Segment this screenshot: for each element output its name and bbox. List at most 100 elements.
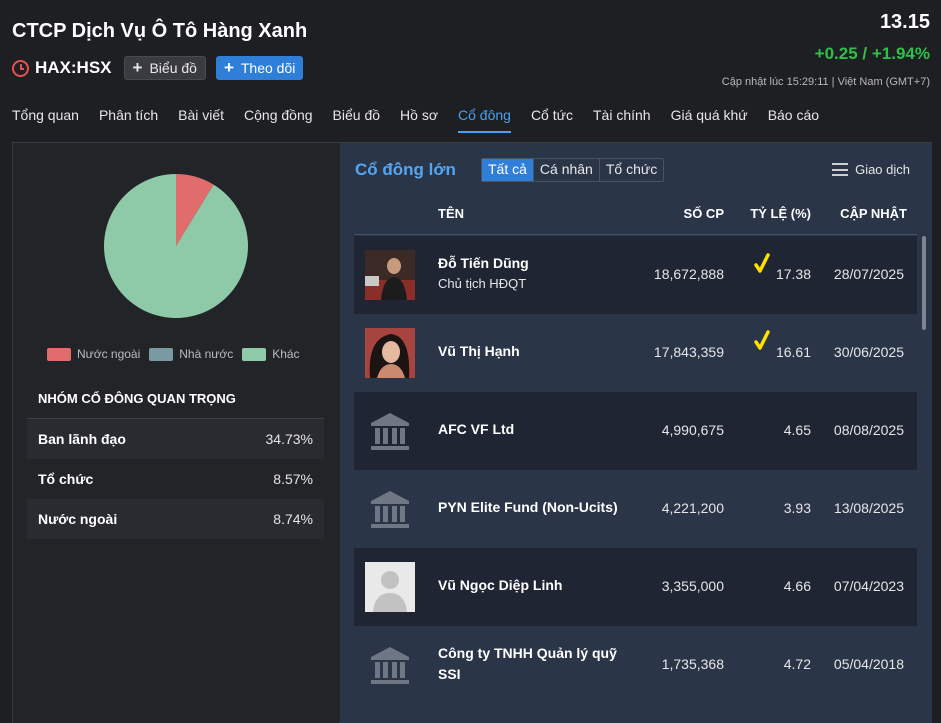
major-shareholders-title: Cổ đông lớn (355, 160, 456, 179)
column-header-percent[interactable]: TỶ LỆ (%) (750, 206, 811, 221)
holder-updated: 30/06/2025 (833, 344, 904, 360)
clock-icon (12, 59, 29, 77)
ticker-symbol: HAX:HSX (35, 58, 112, 77)
check-mark-icon (754, 330, 770, 350)
table-row[interactable]: Vũ Ngọc Diệp Linh 3,355,000 4.66 07/04/2… (354, 548, 917, 626)
chart-button[interactable]: + Biểu đồ (123, 56, 206, 80)
holder-updated: 07/04/2023 (833, 578, 904, 594)
holder-shares: 4,221,200 (661, 500, 724, 516)
plus-icon: + (132, 58, 143, 77)
placeholder-person-icon (365, 562, 415, 612)
filter-all[interactable]: Tất cả (482, 159, 534, 181)
filter-individual[interactable]: Cá nhân (534, 159, 600, 181)
plus-icon: + (223, 58, 234, 77)
group-row-institutions: Tổ chức 8.57% (27, 459, 324, 499)
person-photo-icon (365, 250, 415, 300)
key-groups-title: NHÓM CỔ ĐÔNG QUAN TRỌNG (38, 391, 236, 406)
tab-price-history[interactable]: Giá quá khứ (671, 107, 748, 133)
legend-swatch (47, 347, 71, 361)
tab-shareholders[interactable]: Cổ đông (458, 107, 511, 133)
ownership-summary: Nước ngoài Nhà nước Khác NHÓM CỔ ĐÔNG QU… (13, 143, 339, 723)
holder-percent: 16.61 (775, 344, 811, 360)
tab-analysis[interactable]: Phân tích (99, 107, 158, 133)
holder-name: Công ty TNHH Quản lý quỹ SSI (438, 643, 617, 685)
shareholders-panel: Nước ngoài Nhà nước Khác NHÓM CỔ ĐÔNG QU… (12, 142, 932, 723)
holder-percent: 4.72 (783, 656, 811, 672)
group-name: Tổ chức (38, 471, 94, 487)
table-scrollbar[interactable] (922, 236, 926, 330)
transactions-link[interactable]: Giao dịch (832, 162, 910, 177)
nav-tabs: Tổng quan Phân tích Bài viết Cộng đồng B… (12, 107, 839, 133)
table-row[interactable]: Đỗ Tiến Dũng Chủ tịch HĐQT 18,672,888 17… (354, 236, 917, 314)
group-value: 34.73% (265, 431, 313, 447)
holder-name: Vũ Thị Hạnh (438, 343, 520, 359)
tab-dividends[interactable]: Cổ tức (531, 107, 573, 133)
ticker-row: HAX:HSX + Biểu đồ + Theo dõi (12, 55, 313, 81)
holder-updated: 13/08/2025 (833, 500, 904, 516)
tab-overview[interactable]: Tổng quan (12, 107, 79, 133)
tab-chart[interactable]: Biểu đồ (333, 107, 380, 133)
holder-percent: 3.93 (783, 500, 811, 516)
holder-shares: 4,990,675 (661, 422, 724, 438)
legend-label: Khác (272, 347, 300, 361)
table-header: TÊN SỐ CP TỶ LỆ (%) CẬP NHẬT (354, 193, 917, 235)
follow-button-label: Theo dõi (240, 60, 296, 76)
stock-price: 13.15 (879, 11, 930, 33)
holder-shares: 1,735,368 (661, 656, 724, 672)
holder-percent: 4.65 (783, 422, 811, 438)
holder-percent: 17.38 (775, 266, 811, 282)
holder-updated: 28/07/2025 (833, 266, 904, 282)
bank-icon (371, 491, 409, 528)
group-value: 8.74% (273, 511, 313, 527)
tab-community[interactable]: Cộng đồng (244, 107, 313, 133)
pie-slice-khác[interactable] (104, 174, 248, 318)
holder-name-line: SSI (438, 666, 461, 682)
table-row[interactable]: Công ty TNHH Quản lý quỹ SSI 1,735,368 4… (354, 626, 917, 704)
holder-shares: 3,355,000 (661, 578, 724, 594)
legend-item-other: Khác (242, 347, 300, 361)
holder-updated: 05/04/2018 (833, 656, 904, 672)
filter-organization[interactable]: Tổ chức (600, 159, 663, 181)
legend-label: Nhà nước (179, 347, 234, 361)
follow-button[interactable]: + Theo dõi (215, 56, 304, 80)
legend-label: Nước ngoài (77, 347, 141, 361)
transactions-label: Giao dịch (855, 162, 910, 177)
legend-swatch (242, 347, 267, 361)
column-header-shares[interactable]: SỐ CP (684, 206, 724, 221)
page-header: CTCP Dịch Vụ Ô Tô Hàng Xanh HAX:HSX + Bi… (12, 0, 932, 100)
holder-filter-group: Tất cả Cá nhân Tổ chức (481, 158, 665, 182)
column-header-name[interactable]: TÊN (438, 206, 464, 221)
holder-name-line: Công ty TNHH Quản lý quỹ (438, 645, 617, 661)
column-header-updated[interactable]: CẬP NHẬT (840, 206, 907, 221)
tab-articles[interactable]: Bài viết (178, 107, 224, 133)
holder-role: Chủ tịch HĐQT (438, 276, 527, 291)
holders-table-body: Đỗ Tiến Dũng Chủ tịch HĐQT 18,672,888 17… (354, 236, 917, 723)
person-photo-icon (365, 328, 415, 378)
group-name: Ban lãnh đạo (38, 431, 126, 447)
holder-shares: 18,672,888 (653, 266, 724, 282)
bank-icon (371, 647, 409, 684)
holder-name: AFC VF Ltd (438, 421, 515, 437)
pie-legend: Nước ngoài Nhà nước Khác (47, 347, 309, 361)
legend-item-state: Nhà nước (149, 347, 233, 361)
holder-shares: 17,843,359 (653, 344, 724, 360)
group-value: 8.57% (273, 471, 313, 487)
legend-swatch (149, 347, 174, 361)
tab-reports[interactable]: Báo cáo (768, 107, 819, 133)
major-shareholders: Cổ đông lớn Tất cả Cá nhân Tổ chức Giao … (340, 143, 932, 723)
holder-name: Vũ Ngọc Diệp Linh (438, 577, 563, 593)
check-mark-icon (754, 253, 770, 273)
tab-profile[interactable]: Hồ sơ (400, 107, 438, 133)
group-row-management: Ban lãnh đạo 34.73% (27, 419, 324, 459)
table-row[interactable]: PYN Elite Fund (Non-Ucits) 4,221,200 3.9… (354, 470, 917, 548)
company-name: CTCP Dịch Vụ Ô Tô Hàng Xanh (12, 20, 308, 42)
table-row[interactable]: Vũ Thị Hạnh 17,843,359 16.61 30/06/2025 (354, 314, 917, 392)
holder-name: Đỗ Tiến Dũng (438, 255, 529, 271)
chart-button-label: Biểu đồ (149, 60, 197, 76)
table-row[interactable]: AFC VF Ltd 4,990,675 4.65 08/08/2025 (354, 392, 917, 470)
holder-percent: 4.66 (783, 578, 811, 594)
tab-financials[interactable]: Tài chính (593, 107, 651, 133)
price-change: +0.25 / +1.94% (814, 44, 930, 63)
update-timestamp: Cập nhật lúc 15:29:11 | Việt Nam (GMT+7) (721, 76, 930, 88)
holder-name: PYN Elite Fund (Non-Ucits) (438, 499, 618, 515)
